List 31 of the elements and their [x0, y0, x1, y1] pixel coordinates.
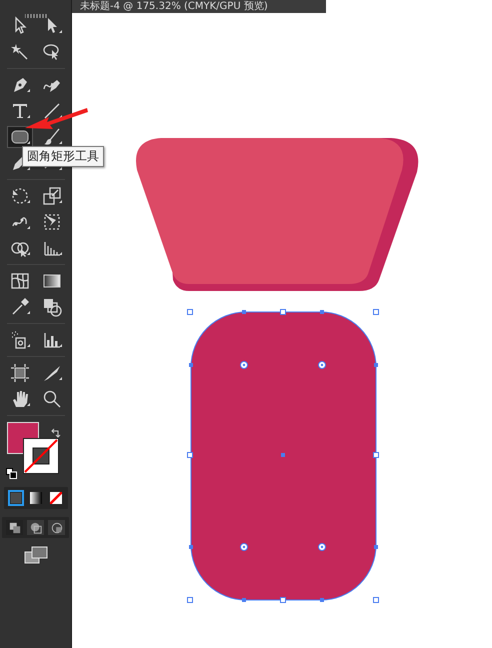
tooltip: 圆角矩形工具 [22, 146, 104, 167]
grip-icon[interactable] [24, 14, 46, 18]
color-mode-button[interactable] [48, 490, 64, 506]
lasso-icon [42, 42, 62, 62]
swap-arrows-icon[interactable] [50, 427, 62, 439]
draw-mode-button[interactable] [27, 520, 44, 535]
gradient-mode-icon [30, 492, 42, 504]
color-mode-button[interactable] [8, 490, 24, 506]
document-tab[interactable]: 未标题-4 @ 175.32% (CMYK/GPU 预览) [72, 0, 326, 13]
tool-button[interactable] [6, 126, 32, 148]
column-graph-icon [42, 330, 62, 350]
color-mode-icon [10, 492, 22, 504]
color-mode-button[interactable] [28, 490, 44, 506]
default-colors-icon[interactable] [6, 468, 16, 479]
magic-wand-icon [10, 42, 30, 62]
fill-stroke-swatch-drawing[interactable] [6, 422, 58, 474]
draw-mode-button[interactable] [6, 520, 23, 535]
draw-inside-icon [50, 522, 62, 534]
draw-normal-icon [8, 522, 20, 534]
scale-icon [42, 186, 62, 206]
artboard-icon [10, 363, 30, 383]
magnifier-icon [42, 389, 62, 409]
mesh-icon [10, 271, 30, 291]
blend-icon [42, 297, 62, 317]
free-transform-icon [42, 212, 62, 232]
draw-mode-button[interactable] [48, 520, 65, 535]
draw-behind-icon [30, 522, 42, 534]
none-mode-icon [50, 492, 62, 504]
rotate-icon [10, 186, 30, 206]
screen-mode-icon[interactable] [24, 546, 48, 564]
spray-can-icon [10, 330, 30, 350]
